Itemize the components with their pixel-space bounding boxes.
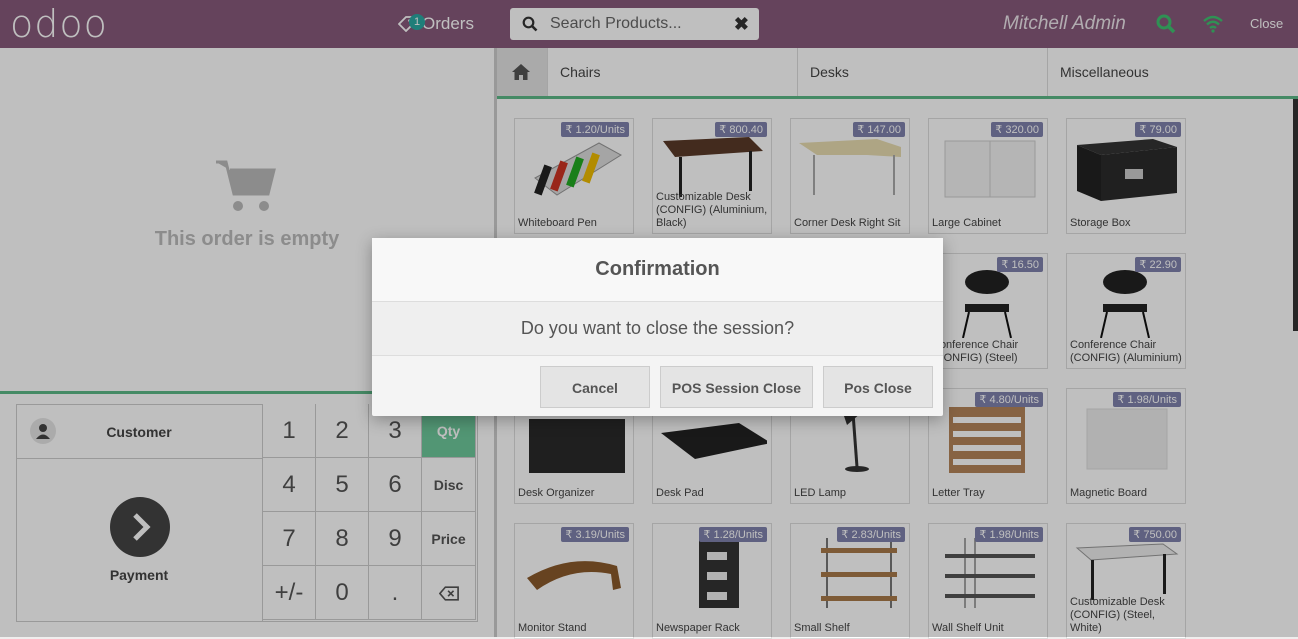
cancel-button[interactable]: Cancel (540, 366, 650, 408)
confirmation-dialog: Confirmation Do you want to close the se… (372, 238, 943, 416)
pos-session-close-button[interactable]: POS Session Close (660, 366, 813, 408)
pos-close-button[interactable]: Pos Close (823, 366, 933, 408)
dialog-message: Do you want to close the session? (372, 302, 943, 356)
dialog-title: Confirmation (372, 238, 943, 302)
